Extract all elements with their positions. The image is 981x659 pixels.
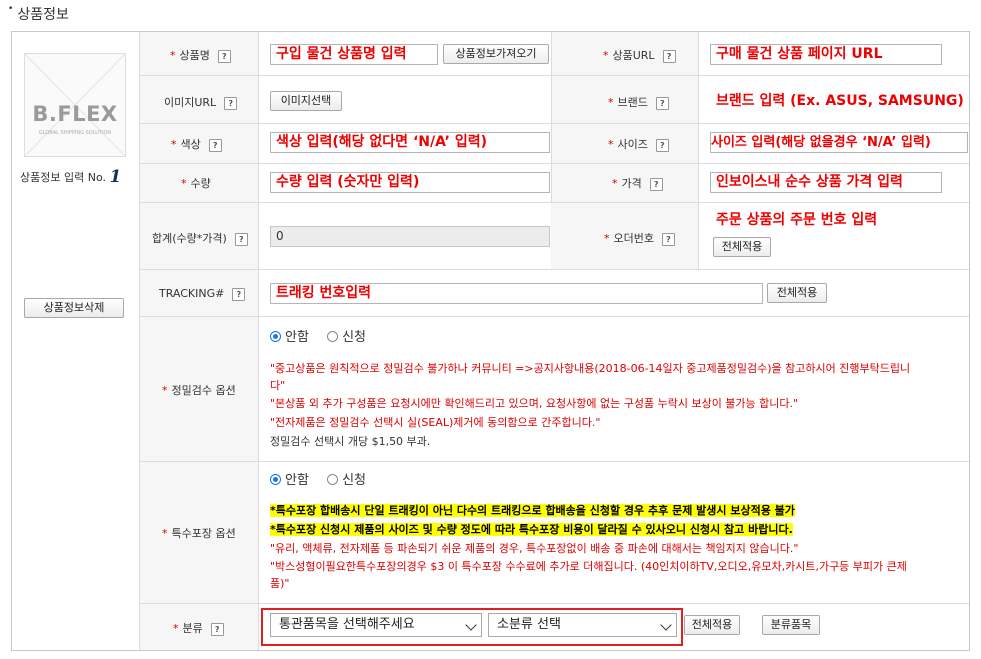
chevron-down-icon	[660, 619, 672, 631]
packing-note-2-cont: 품)"	[270, 577, 290, 590]
help-icon[interactable]: ?	[662, 49, 676, 63]
product-input-number: 1	[109, 167, 122, 187]
product-image-placeholder: B.FLEX GLOBAL SHIPPING SOLUTION	[24, 53, 126, 157]
inspection-option-label: * 정밀검수 옵션	[162, 384, 236, 397]
help-icon[interactable]: ?	[210, 622, 224, 636]
product-info-form: B.FLEX GLOBAL SHIPPING SOLUTION 상품정보 입력 …	[11, 31, 970, 651]
logo-tagline: GLOBAL SHIPPING SOLUTION	[38, 130, 112, 136]
price-label: * 가격?	[612, 175, 663, 191]
logo-brand: B.FLEX	[32, 102, 118, 126]
help-icon[interactable]: ?	[208, 138, 222, 152]
help-icon[interactable]: ?	[655, 138, 669, 152]
category-sub-select[interactable]: 소분류 선택	[488, 613, 677, 637]
left-panel: B.FLEX GLOBAL SHIPPING SOLUTION 상품정보 입력 …	[12, 32, 139, 650]
label-column-bg	[139, 32, 258, 650]
size-input[interactable]: 사이즈 입력(해당 없을경우 ‘N/A’ 입력)	[710, 132, 968, 153]
product-input-label: 상품정보 입력 No. 1	[20, 167, 122, 187]
help-icon[interactable]: ?	[232, 287, 246, 301]
packing-note-1: "유리, 액체류, 전자제품 등 파손되기 쉬운 제품의 경우, 특수포장없이 …	[270, 542, 799, 555]
order-apply-all-button[interactable]: 전체적용	[713, 237, 771, 257]
inspection-fee-note: 정밀검수 선택시 개당 $1,50 부과.	[270, 435, 431, 448]
help-icon[interactable]: ?	[661, 232, 675, 246]
tracking-input[interactable]: 트래킹 번호입력	[270, 283, 763, 304]
size-label: * 사이즈?	[608, 136, 669, 152]
order-no-label: * 오더번호?	[604, 230, 675, 246]
help-icon[interactable]: ?	[217, 49, 231, 63]
color-input[interactable]: 색상 입력(해당 없다면 ‘N/A’ 입력)	[270, 132, 550, 153]
packing-radio-on[interactable]: 신청	[327, 473, 366, 488]
brand-input[interactable]: 브랜드 입력 (Ex. ASUS, SAMSUNG)	[710, 91, 968, 112]
product-url-label: * 상품URL?	[603, 47, 676, 63]
packing-note-2: "박스성형이필요한특수포장의경우 $3 이 특수포장 수수료에 추가로 더해집니…	[270, 560, 907, 573]
packing-radio-off[interactable]: 안함	[270, 473, 309, 488]
help-icon[interactable]: ?	[234, 232, 248, 246]
total-field: 0	[270, 226, 550, 247]
fetch-product-info-button[interactable]: 상품정보가져오기	[443, 44, 549, 64]
tracking-label: TRACKING#?	[159, 287, 246, 301]
image-url-label: 이미지URL?	[164, 94, 238, 110]
help-icon[interactable]: ?	[655, 96, 669, 110]
inspection-radio-group: 안함 신청	[270, 326, 366, 345]
chevron-down-icon	[465, 619, 477, 631]
inspection-note-2: "본상품 외 추가 구성품은 요청시에만 확인해드리고 있으며, 요청사항에 없…	[270, 397, 799, 410]
inspection-radio-on[interactable]: 신청	[327, 330, 366, 345]
help-icon[interactable]: ?	[224, 96, 238, 110]
category-apply-all-button[interactable]: 전체적용	[684, 615, 740, 635]
inspection-note-1: "중고상품은 원칙적으로 정밀검수 불가하나 커뮤니티 =>공지사항내용(201…	[270, 362, 911, 375]
category-label: * 분류?	[173, 620, 224, 636]
price-input[interactable]: 인보이스내 순수 상품 가격 입력	[710, 172, 942, 193]
packing-highlight-2: *특수포장 신청시 제품의 사이즈 및 수량 정도에 따라 특수포장 비용이 달…	[270, 523, 793, 536]
inspection-note-3: "전자제품은 정밀검수 선택시 실(SEAL)제거에 동의함으로 간주합니다."	[270, 416, 601, 429]
category-main-select[interactable]: 통관품목을 선택해주세요	[270, 613, 482, 637]
product-url-input[interactable]: 구매 물건 상품 페이지 URL	[710, 44, 942, 65]
inspection-note-1-cont: 다"	[270, 379, 286, 392]
select-image-button[interactable]: 이미지선택	[270, 91, 342, 111]
inspection-radio-off[interactable]: 안함	[270, 330, 309, 345]
delete-product-button[interactable]: 상품정보삭제	[24, 298, 124, 318]
order-no-input[interactable]: 주문 상품의 주문 번호 입력	[710, 210, 942, 231]
product-name-label: * 상품명?	[170, 47, 231, 63]
packing-highlight-1: *특수포장 합배송시 단일 트래킹이 아닌 다수의 트래킹으로 합배송을 신청할…	[270, 504, 795, 517]
total-label: 합계(수량*가격)?	[152, 230, 248, 246]
quantity-label: * 수량	[181, 177, 211, 190]
packing-radio-group: 안함 신청	[270, 469, 366, 488]
color-label: * 색상?	[171, 136, 222, 152]
brand-label: * 브랜드?	[608, 94, 669, 110]
product-name-input[interactable]: 구입 물건 상품명 입력	[270, 44, 438, 65]
special-packing-label: * 특수포장 옵션	[162, 527, 236, 540]
help-icon[interactable]: ?	[649, 177, 663, 191]
category-items-button[interactable]: 분류품목	[762, 615, 820, 635]
section-title: • 상품정보	[8, 4, 69, 23]
quantity-input[interactable]: 수량 입력 (숫자만 입력)	[270, 172, 550, 193]
tracking-apply-all-button[interactable]: 전체적용	[767, 283, 827, 303]
